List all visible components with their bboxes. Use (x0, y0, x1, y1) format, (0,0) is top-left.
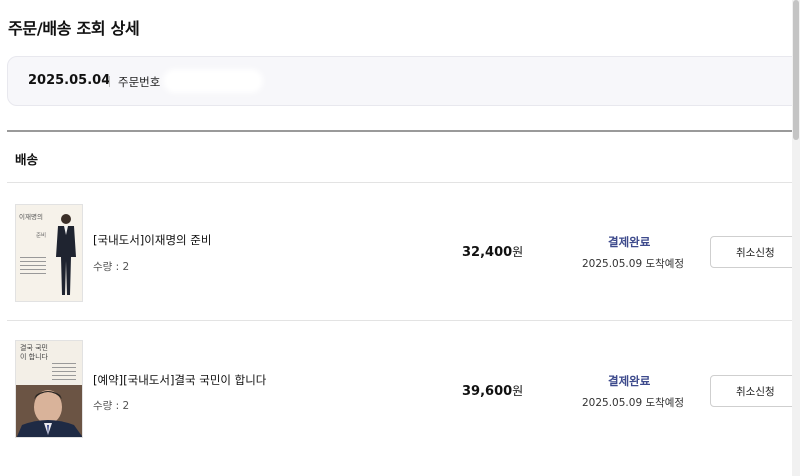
order-number-label: 주문번호 (118, 75, 161, 89)
item-quantity: 수량 : 2 (93, 400, 130, 412)
order-summary: 2025.05.04 주문번호 (7, 56, 800, 106)
item-price: 39,600원 (462, 382, 523, 399)
item-quantity: 수량 : 2 (93, 261, 130, 273)
divider (7, 320, 800, 321)
order-item: 이재명의 준비 [국내도서]이재명의 준비 수량 : 2 32,400원 결제완… (0, 184, 800, 320)
item-title[interactable]: [예약][국내도서]결국 국민이 합니다 (93, 372, 266, 388)
section-title-shipping: 배송 (15, 152, 39, 167)
portrait-icon (16, 385, 82, 437)
delivery-eta: 2025.05.09 도착예정 (582, 258, 685, 270)
cover-text-lines (52, 363, 76, 383)
order-item: 결국 국민이 합니다 [예약][국내도서]결국 국민이 합니다 수량 : 2 3… (0, 322, 800, 458)
price-currency: 원 (512, 245, 524, 259)
cover-photo (16, 385, 82, 437)
item-price: 32,400원 (462, 243, 523, 260)
page-title: 주문/배송 조회 상세 (8, 19, 140, 38)
cancel-request-button[interactable]: 취소신청 (710, 375, 800, 407)
price-currency: 원 (512, 384, 524, 398)
price-value: 39,600 (462, 384, 513, 399)
delivery-eta: 2025.05.09 도착예정 (582, 397, 685, 409)
scrollbar-thumb[interactable] (793, 0, 799, 140)
payment-status: 결제완료 (608, 235, 651, 249)
person-figure-icon (56, 214, 76, 295)
scrollbar[interactable] (792, 0, 800, 476)
section-divider (7, 130, 800, 132)
cancel-request-button[interactable]: 취소신청 (710, 236, 800, 268)
price-value: 32,400 (462, 245, 513, 260)
item-title[interactable]: [국내도서]이재명의 준비 (93, 232, 211, 248)
order-date: 2025.05.04 (28, 73, 111, 88)
cover-subtitle: 준비 (36, 233, 47, 239)
book-cover-image[interactable]: 결국 국민이 합니다 (15, 340, 83, 438)
payment-status: 결제완료 (608, 374, 651, 388)
separator (109, 76, 110, 87)
divider (7, 182, 800, 183)
cover-title: 결국 국민이 합니다 (20, 344, 48, 361)
cover-title: 이재명의 (19, 213, 43, 221)
order-number-mask (163, 69, 263, 93)
cover-text-lines (20, 257, 46, 277)
book-cover-image[interactable]: 이재명의 준비 (15, 204, 83, 302)
